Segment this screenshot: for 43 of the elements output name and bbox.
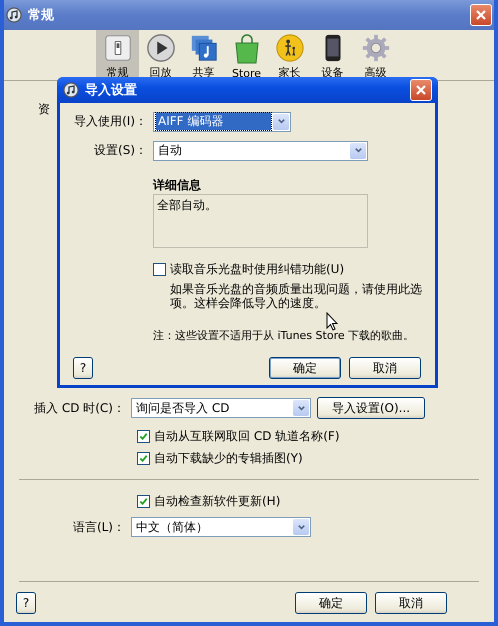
setting-dropdown[interactable]: 自动 [153,140,368,160]
hint-text: 如果音乐光盘的音频质量出现问题，请使用此选项。这样会降低导入的速度。 [169,282,423,310]
checkbox-label: 自动检查新软件更新(H) [154,492,280,510]
note-text: 注：这些设置不适用于从 iTunes Store 下载的歌曲。 [153,328,414,343]
music-note-icon [6,7,22,23]
close-button[interactable] [470,4,492,26]
help-button[interactable]: ? [73,357,93,379]
close-icon [415,84,427,96]
checkbox-label: 读取音乐光盘时使用纠错功能(U) [170,260,344,278]
preferences-tab[interactable]: 常规 [96,30,139,80]
checkbox[interactable] [153,262,166,276]
close-icon [475,9,487,21]
close-button[interactable] [410,79,432,101]
checkbox[interactable] [137,430,150,442]
ok-button[interactable]: 确定 [269,357,341,379]
cd-action-dropdown[interactable]: 询问是否导入 CD [131,398,311,418]
parent-child-icon [274,33,306,63]
cancel-button[interactable]: 取消 [349,357,421,379]
checkbox[interactable] [137,452,150,464]
window-title: 常规 [28,7,54,24]
dialog-title: 导入设置 [85,82,137,99]
import-using-label: 导入使用(I)： [73,113,147,130]
help-button[interactable]: ? [16,592,36,614]
checkbox-label: 自动从互联网取回 CD 轨道名称(F) [154,428,340,444]
language-label: 语言(L)： [72,518,125,536]
preferences-tab[interactable]: 回放 [139,30,182,80]
setting-label: 设置(S)： [93,142,147,159]
play-icon [144,33,176,63]
cd-insert-label: 插入 CD 时(C)： [33,400,125,416]
mouse-cursor-icon [326,312,338,331]
details-heading: 详细信息 [153,177,202,194]
cancel-button[interactable]: 取消 [375,592,447,614]
import-settings-button[interactable]: 导入设置(O)... [317,397,425,419]
details-text: 全部自动。 [153,194,368,248]
preferences-tab[interactable]: 家长 [268,30,311,80]
music-note-icon [63,82,79,98]
preferences-tab[interactable]: Store [225,30,268,80]
checkbox[interactable] [137,494,150,508]
section-label: 资 [38,102,50,116]
encoder-dropdown[interactable]: AIFF 编码器 [153,112,291,132]
ok-button[interactable]: 确定 [295,592,367,614]
checkbox-label: 自动下载缺少的专辑插图(Y) [154,450,303,466]
language-dropdown[interactable]: 中文（简体） [131,517,311,537]
